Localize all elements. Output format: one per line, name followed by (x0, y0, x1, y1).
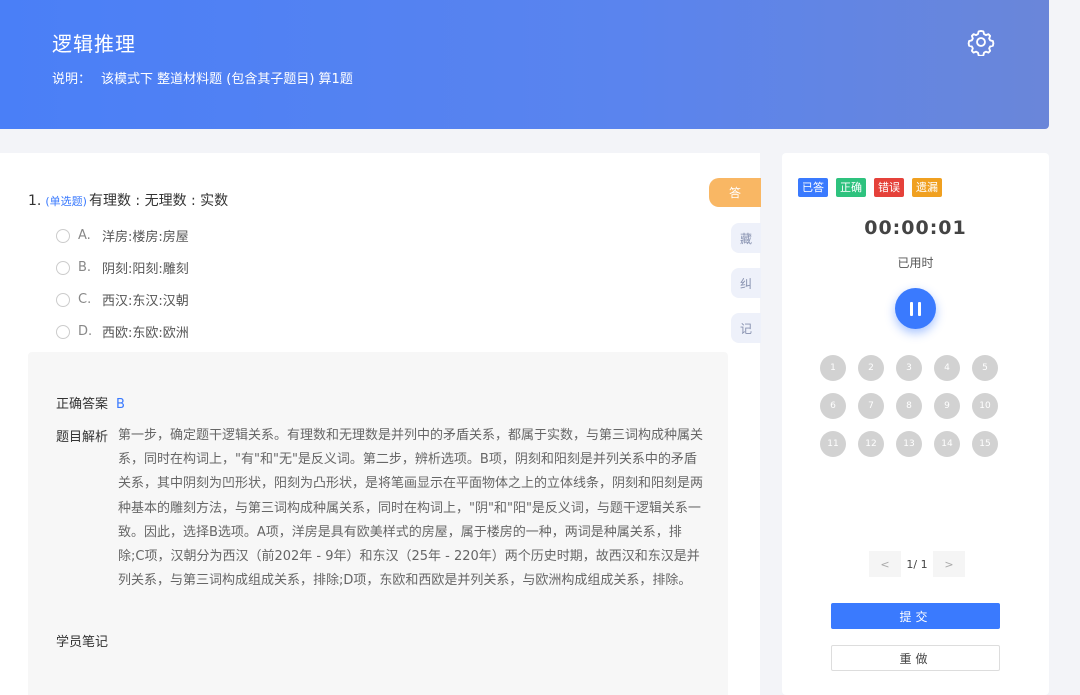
question-number-button[interactable]: 12 (858, 431, 884, 457)
question-number-button[interactable]: 3 (896, 355, 922, 381)
option-b[interactable]: B. 阴刻:阳刻:雕刻 (56, 258, 189, 277)
pause-button[interactable] (895, 288, 936, 329)
prev-page-button[interactable]: < (869, 551, 901, 577)
radio-button[interactable] (56, 292, 70, 307)
question-number-button[interactable]: 7 (858, 393, 884, 419)
analysis-panel: 正确答案 B 题目解析 第一步，确定题干逻辑关系。有理数和无理数是并列中的矛盾关系… (28, 352, 728, 695)
legend-missed: 遗漏 (912, 178, 942, 197)
question-number-button[interactable]: 11 (820, 431, 846, 457)
correct-answer-label: 正确答案 (56, 397, 109, 412)
question-number-button[interactable]: 4 (934, 355, 960, 381)
question-type: (单选题) (45, 195, 87, 208)
question-number-button[interactable]: 15 (972, 431, 998, 457)
tab-answer[interactable]: 答 (709, 178, 761, 207)
explanation-text: 第一步，确定题干逻辑关系。有理数和无理数是并列中的矛盾关系，都属于实数，与第三词… (118, 428, 704, 589)
question-number-button[interactable]: 9 (934, 393, 960, 419)
explanation-label: 题目解析 (56, 430, 109, 445)
question-number: 1. (28, 193, 42, 209)
radio-button[interactable] (56, 324, 70, 339)
page-header: 逻辑推理 说明： 该模式下 整道材料题 (包含其子题目) 算1题 (0, 0, 1049, 129)
mode-description: 说明： 该模式下 整道材料题 (包含其子题目) 算1题 (52, 68, 353, 87)
radio-button[interactable] (56, 260, 70, 275)
question-stem: 1. (单选题) 有理数 : 无理数 : 实数 (28, 190, 228, 210)
student-notes-label: 学员笔记 (56, 635, 109, 650)
description-text: 该模式下 整道材料题 (包含其子题目) 算1题 (101, 72, 353, 87)
tab-note[interactable]: 记 (731, 313, 761, 343)
page-title: 逻辑推理 (52, 32, 136, 56)
pagination: < 1/ 1 > (869, 551, 965, 577)
option-letter: C. (78, 292, 92, 307)
option-letter: B. (78, 260, 92, 275)
status-legend: 已答 正确 错误 遗漏 (798, 178, 942, 197)
option-text: 阴刻:阳刻:雕刻 (102, 262, 189, 277)
option-text: 西欧:东欧:欧洲 (102, 326, 189, 341)
question-number-button[interactable]: 10 (972, 393, 998, 419)
question-number-button[interactable]: 8 (896, 393, 922, 419)
tab-correction[interactable]: 纠 (731, 268, 761, 298)
settings-gear-icon[interactable] (967, 28, 995, 56)
description-label: 说明： (52, 72, 92, 87)
question-number-button[interactable]: 14 (934, 431, 960, 457)
timer-display: 00:00:01 (864, 217, 967, 239)
radio-button[interactable] (56, 228, 70, 243)
option-d[interactable]: D. 西欧:东欧:欧洲 (56, 322, 189, 341)
option-text: 西汉:东汉:汉朝 (102, 294, 189, 309)
question-number-button[interactable]: 13 (896, 431, 922, 457)
answer-sheet-panel: 已答 正确 错误 遗漏 00:00:01 已用时 1 2 3 4 5 6 7 8… (782, 153, 1049, 695)
legend-wrong: 错误 (874, 178, 904, 197)
next-page-button[interactable]: > (933, 551, 965, 577)
question-number-button[interactable]: 1 (820, 355, 846, 381)
legend-correct: 正确 (836, 178, 866, 197)
tab-collect[interactable]: 藏 (731, 223, 761, 253)
pause-icon (910, 301, 913, 316)
correct-answer-value: B (116, 397, 125, 412)
question-area: 1. (单选题) 有理数 : 无理数 : 实数 A. 洋房:楼房:房屋 B. 阴刻:… (0, 153, 760, 695)
option-text: 洋房:楼房:房屋 (102, 230, 189, 245)
question-text: 有理数 : 无理数 : 实数 (88, 193, 229, 209)
option-c[interactable]: C. 西汉:东汉:汉朝 (56, 290, 189, 309)
option-letter: D. (78, 324, 93, 339)
question-number-button[interactable]: 2 (858, 355, 884, 381)
option-a[interactable]: A. 洋房:楼房:房屋 (56, 226, 189, 245)
timer-label: 已用时 (897, 256, 934, 270)
question-number-button[interactable]: 6 (820, 393, 846, 419)
pause-icon (918, 301, 921, 316)
submit-button[interactable]: 提交 (831, 603, 1000, 629)
redo-button[interactable]: 重做 (831, 645, 1000, 671)
legend-answered: 已答 (798, 178, 828, 197)
correct-answer-row: 正确答案 B (56, 393, 125, 412)
page-indicator: 1/ 1 (906, 557, 928, 571)
option-letter: A. (78, 228, 91, 243)
question-number-button[interactable]: 5 (972, 355, 998, 381)
